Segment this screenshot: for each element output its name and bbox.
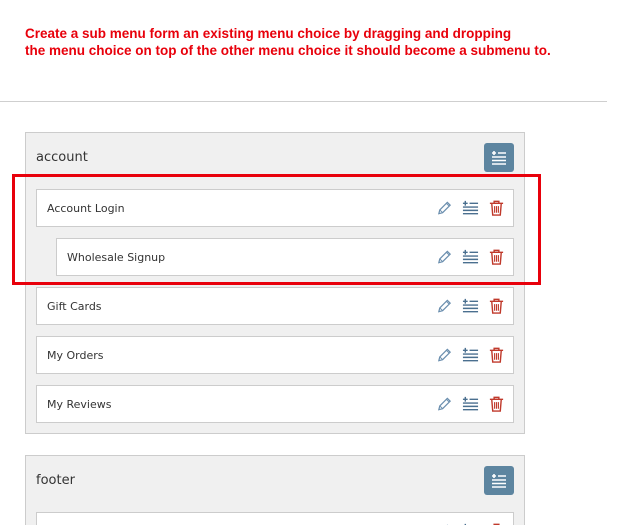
menu-item-label: Account Login — [47, 202, 125, 215]
item-actions — [436, 199, 505, 217]
add-menu-item-button[interactable] — [484, 466, 514, 495]
trash-icon[interactable] — [488, 395, 505, 413]
menu-panel-account: account Account Login Wholesale Signup G… — [25, 132, 525, 434]
add-submenu-icon[interactable] — [462, 199, 479, 217]
trash-icon[interactable] — [488, 248, 505, 266]
menu-item-my-orders[interactable]: My Orders — [36, 336, 514, 374]
pencil-icon[interactable] — [436, 297, 453, 315]
item-actions — [436, 297, 505, 315]
add-submenu-icon[interactable] — [462, 297, 479, 315]
instruction-line-2: the menu choice on top of the other menu… — [25, 43, 551, 58]
item-actions — [436, 346, 505, 364]
menu-title: account — [36, 150, 88, 165]
divider — [0, 101, 607, 102]
menu-title: footer — [36, 473, 75, 488]
add-list-icon — [492, 150, 506, 165]
menu-item-label: My Reviews — [47, 398, 112, 411]
pencil-icon[interactable] — [436, 199, 453, 217]
instruction-text: Create a sub menu form an existing menu … — [25, 25, 615, 59]
menu-item-label: Wholesale Signup — [67, 251, 166, 264]
menu-item-label: Gift Cards — [47, 300, 102, 313]
add-submenu-icon[interactable] — [462, 248, 479, 266]
instruction-line-1: Create a sub menu form an existing menu … — [25, 26, 512, 41]
trash-icon[interactable] — [488, 346, 505, 364]
add-submenu-icon[interactable] — [462, 346, 479, 364]
add-submenu-icon[interactable] — [462, 395, 479, 413]
pencil-icon[interactable] — [436, 248, 453, 266]
add-list-icon — [492, 473, 506, 488]
menu-item-account-login[interactable]: Account Login — [36, 189, 514, 227]
trash-icon[interactable] — [488, 297, 505, 315]
menu-item-wholesale-signup[interactable]: Wholesale Signup — [56, 238, 514, 276]
menu-item-my-reviews[interactable]: My Reviews — [36, 385, 514, 423]
item-actions — [436, 248, 505, 266]
menu-item-gift-cards[interactable]: Gift Cards — [36, 287, 514, 325]
trash-icon[interactable] — [488, 199, 505, 217]
pencil-icon[interactable] — [436, 395, 453, 413]
menu-item-partial[interactable] — [36, 512, 514, 525]
menu-panel-footer: footer — [25, 455, 525, 525]
pencil-icon[interactable] — [436, 346, 453, 364]
add-menu-item-button[interactable] — [484, 143, 514, 172]
item-actions — [436, 395, 505, 413]
menu-item-label: My Orders — [47, 349, 104, 362]
